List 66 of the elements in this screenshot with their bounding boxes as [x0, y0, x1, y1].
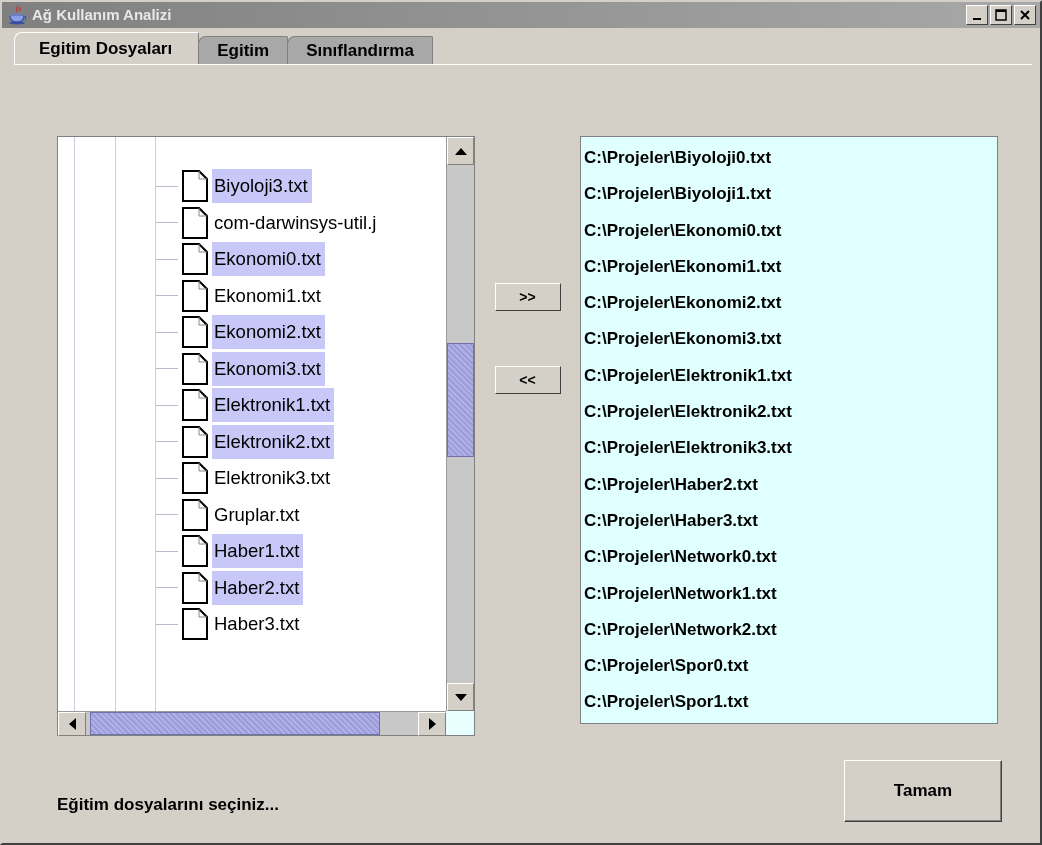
minimize-button[interactable] — [966, 5, 988, 25]
list-item[interactable]: C:\Projeler\Network1.txt — [584, 578, 997, 615]
tree-item[interactable]: Gruplar.txt — [212, 497, 304, 532]
file-icon — [182, 279, 208, 312]
coffee-cup-icon — [8, 5, 28, 25]
tree-item[interactable]: Elektronik1.txt — [212, 388, 335, 423]
file-icon — [182, 571, 208, 604]
list-item[interactable]: C:\Projeler\Ekonomi3.txt — [584, 324, 997, 361]
list-item[interactable]: C:\Projeler\Ekonomi2.txt — [584, 288, 997, 325]
file-icon — [182, 498, 208, 531]
list-item[interactable]: C:\Projeler\Elektronik1.txt — [584, 360, 997, 398]
list-item[interactable]: C:\Projeler\Haber3.txt — [584, 505, 997, 543]
file-icon — [182, 425, 208, 458]
list-item[interactable]: C:\Projeler\Biyoloji0.txt — [584, 143, 997, 180]
file-icon — [182, 316, 208, 349]
tree-item[interactable]: Haber3.txt — [212, 607, 304, 642]
file-icon — [182, 462, 208, 495]
scroll-thumb[interactable] — [447, 343, 474, 457]
tree-item[interactable]: Haber2.txt — [212, 570, 304, 605]
status-text: Eğitim dosyalarını seçiniz... — [57, 794, 279, 817]
tab[interactable]: Egitim Dosyaları — [14, 32, 200, 64]
scrollbar-corner — [446, 711, 474, 735]
file-icon — [182, 170, 208, 203]
tree-item[interactable]: Ekonomi1.txt — [212, 278, 325, 313]
remove-button[interactable]: << — [494, 366, 561, 394]
tab[interactable]: Egitim — [198, 36, 289, 64]
file-icon — [182, 352, 208, 385]
tree-item[interactable]: Elektronik2.txt — [212, 424, 335, 459]
list-item[interactable]: C:\Projeler\Network2.txt — [584, 614, 997, 652]
tree-item[interactable]: Haber1.txt — [212, 534, 304, 569]
file-icon — [182, 206, 208, 239]
tree-item[interactable]: Ekonomi3.txt — [212, 351, 325, 386]
list-item[interactable]: C:\Projeler\Network0.txt — [584, 542, 997, 579]
close-icon — [1019, 9, 1031, 21]
scroll-right-icon[interactable] — [418, 712, 446, 736]
list-item[interactable]: C:\Projeler\Ekonomi0.txt — [584, 215, 997, 252]
scroll-down-icon[interactable] — [447, 683, 474, 711]
window-title: Ağ Kullanım Analizi — [32, 4, 172, 25]
file-icon — [182, 389, 208, 422]
tree-item[interactable]: com-darwinsys-util.j — [212, 205, 381, 240]
scroll-left-icon[interactable] — [58, 712, 86, 736]
list-item[interactable]: C:\Projeler\Elektronik2.txt — [584, 397, 997, 434]
add-button[interactable]: >> — [494, 283, 561, 311]
list-item[interactable]: C:\Projeler\Spor1.txt — [584, 687, 997, 724]
scroll-thumb[interactable] — [90, 712, 380, 735]
maximize-icon — [995, 9, 1007, 21]
list-item[interactable]: C:\Projeler\Haber2.txt — [584, 469, 997, 506]
close-button[interactable] — [1014, 5, 1036, 25]
scroll-up-icon[interactable] — [447, 137, 474, 165]
tree-item[interactable]: Biyoloji3.txt — [212, 169, 312, 204]
tree-item[interactable]: Elektronik3.txt — [212, 461, 335, 496]
ok-button[interactable]: Tamam — [844, 760, 1002, 822]
list-item[interactable]: C:\Projeler\Spor0.txt — [584, 651, 997, 688]
file-icon — [182, 243, 208, 276]
tree-item[interactable]: Ekonomi2.txt — [212, 315, 325, 350]
list-item[interactable]: C:\Projeler\Biyoloji1.txt — [584, 179, 997, 216]
vertical-scrollbar[interactable] — [446, 137, 474, 711]
file-icon — [182, 535, 208, 568]
file-icon — [182, 608, 208, 641]
tree-item[interactable]: Ekonomi0.txt — [212, 242, 325, 277]
list-item[interactable]: C:\Projeler\Elektronik3.txt — [584, 433, 997, 470]
maximize-button[interactable] — [990, 5, 1012, 25]
minimize-icon — [973, 18, 981, 20]
horizontal-scrollbar[interactable] — [58, 711, 446, 735]
list-item[interactable]: C:\Projeler\Ekonomi1.txt — [584, 251, 997, 289]
tab[interactable]: Sınıflandırma — [287, 36, 433, 64]
